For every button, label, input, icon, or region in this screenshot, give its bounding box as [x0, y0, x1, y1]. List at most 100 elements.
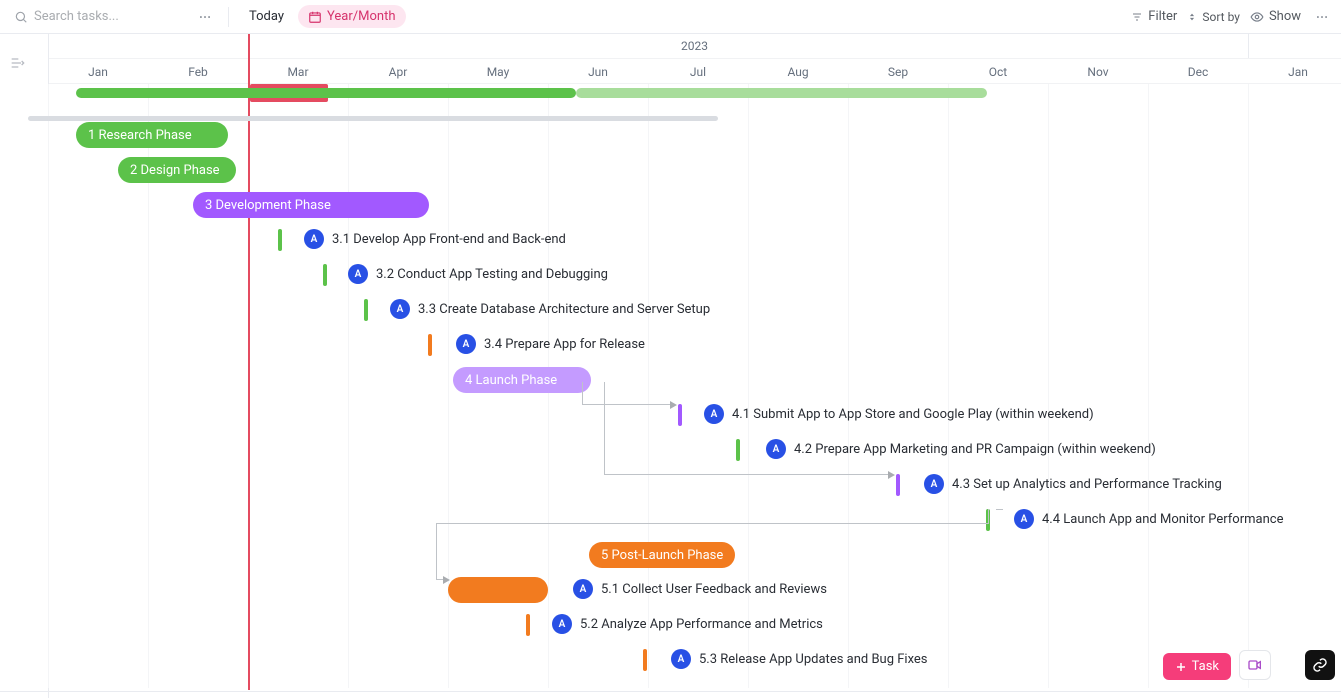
phase-bar[interactable]: 1 Research Phase [76, 122, 228, 148]
today-button[interactable]: Today [241, 5, 292, 28]
subtask-label: 5.1 Collect User Feedback and Reviews [601, 582, 827, 597]
phase-bar[interactable]: 2 Design Phase [118, 157, 236, 183]
month-header: Jan [48, 59, 148, 84]
month-header: Feb [148, 59, 248, 84]
subtask-label: 4.4 Launch App and Monitor Performance [1042, 512, 1283, 527]
view-more-icon[interactable] [1311, 6, 1333, 28]
record-button[interactable] [1239, 650, 1271, 680]
more-icon[interactable] [194, 6, 216, 28]
avatar: A [924, 474, 944, 494]
plus-icon [1175, 661, 1187, 673]
task-tick[interactable] [678, 404, 682, 426]
year-separator [1248, 34, 1249, 58]
new-task-label: Task [1192, 659, 1219, 674]
month-header: Apr [348, 59, 448, 84]
search-box[interactable] [8, 6, 188, 27]
avatar: A [348, 264, 368, 284]
divider [228, 7, 229, 27]
subtask-label: 3.4 Prepare App for Release [484, 337, 645, 352]
subtask-row[interactable]: A4.3 Set up Analytics and Performance Tr… [924, 474, 1222, 494]
year-label: 2023 [681, 39, 708, 53]
task-tick[interactable] [323, 264, 327, 286]
subtask-row[interactable]: A 3.2 Conduct App Testing and Debugging [348, 264, 608, 284]
subtask-row[interactable]: A 3.3 Create Database Architecture and Se… [390, 299, 710, 319]
dependency-line [582, 382, 583, 404]
gantt-canvas: 1 Research Phase 2 Design Phase 3 Developm… [48, 88, 1341, 688]
avatar: A [704, 404, 724, 424]
dependency-arrow [888, 471, 895, 479]
month-header: Aug [748, 59, 848, 84]
subtask-row[interactable]: A 4.2 Prepare App Marketing and PR Campai… [766, 439, 1156, 459]
task-tick[interactable] [278, 229, 282, 251]
link-icon[interactable] [1305, 650, 1335, 680]
sort-button[interactable]: Sort by [1187, 10, 1240, 24]
phase-bar[interactable]: 3 Development Phase [193, 192, 429, 218]
timeline-header: 2023 JanFebMarAprMayJunJulAugSepOctNovDe… [0, 34, 1341, 84]
month-header: Sep [848, 59, 948, 84]
subtask-row[interactable]: A 5.1 Collect User Feedback and Reviews [573, 579, 827, 599]
subtask-row[interactable]: A 3.4 Prepare App for Release [456, 334, 645, 354]
task-tick[interactable] [526, 614, 530, 636]
search-input[interactable] [34, 9, 182, 24]
dependency-line [988, 509, 989, 523]
task-tick[interactable] [896, 474, 900, 496]
subtask-row[interactable]: A 5.3 Release App Updates and Bug Fixes [671, 649, 928, 669]
bottom-border [0, 691, 1341, 692]
task-tick[interactable] [428, 334, 432, 356]
dependency-line [436, 523, 989, 524]
show-button[interactable]: Show [1250, 9, 1301, 24]
month-header: May [448, 59, 548, 84]
show-label: Show [1269, 9, 1301, 24]
avatar: A [766, 439, 786, 459]
task-tick[interactable] [643, 649, 647, 671]
eye-icon [1250, 10, 1264, 24]
subtask-row[interactable]: A 3.1 Develop App Front-end and Back-end [304, 229, 566, 249]
avatar: A [390, 299, 410, 319]
calendar-icon [308, 10, 322, 24]
month-header: Oct [948, 59, 1048, 84]
month-header: Jan [1248, 59, 1341, 84]
summary-bar[interactable] [576, 88, 987, 98]
avatar: A [304, 229, 324, 249]
expand-sidebar-icon[interactable] [6, 52, 28, 74]
dependency-line [604, 474, 888, 475]
month-header: Mar [248, 59, 348, 84]
avatar: A [456, 334, 476, 354]
filter-button[interactable]: Filter [1131, 9, 1177, 24]
subtask-row[interactable]: A 4.4 Launch App and Monitor Performance [1014, 509, 1283, 529]
subtask-row[interactable]: A4.1 Submit App to App Store and Google … [704, 404, 1094, 424]
subtask-label: 5.3 Release App Updates and Bug Fixes [699, 652, 928, 667]
dependency-line [582, 404, 670, 405]
subtask-row[interactable]: A 5.2 Analyze App Performance and Metrics [552, 614, 823, 634]
month-header: Jul [648, 59, 748, 84]
phase-bar[interactable] [448, 577, 548, 603]
task-tick[interactable] [364, 299, 368, 321]
new-task-button[interactable]: Task [1163, 653, 1231, 680]
avatar: A [552, 614, 572, 634]
dependency-line [996, 509, 1003, 510]
timescale-label: Year/Month [327, 9, 396, 24]
task-tick[interactable] [736, 439, 740, 461]
subtask-label: 5.2 Analyze App Performance and Metrics [580, 617, 823, 632]
subtask-label: 3.1 Develop App Front-end and Back-end [332, 232, 566, 247]
avatar: A [1014, 509, 1034, 529]
toolbar: Today Year/Month Filter Sort by Show [0, 0, 1341, 34]
subtask-label: 3.3 Create Database Architecture and Ser… [418, 302, 710, 317]
dependency-arrow [443, 576, 450, 584]
avatar: A [573, 579, 593, 599]
phase-bar[interactable]: 5 Post-Launch Phase [589, 542, 735, 568]
dependency-line [436, 523, 437, 579]
subtask-label: 4.2 Prepare App Marketing and PR Campaig… [794, 442, 1156, 457]
dependency-arrow [670, 401, 677, 409]
dependency-line [604, 382, 605, 474]
sort-label: Sort by [1202, 10, 1240, 24]
filter-label: Filter [1148, 9, 1177, 24]
month-header: Jun [548, 59, 648, 84]
phase-bar[interactable]: 4 Launch Phase [453, 367, 591, 393]
timescale-selector[interactable]: Year/Month [298, 5, 406, 28]
subtask-label: 3.2 Conduct App Testing and Debugging [376, 267, 608, 282]
summary-bar[interactable] [76, 88, 576, 98]
month-header: Nov [1048, 59, 1148, 84]
search-icon [14, 10, 28, 24]
avatar: A [671, 649, 691, 669]
